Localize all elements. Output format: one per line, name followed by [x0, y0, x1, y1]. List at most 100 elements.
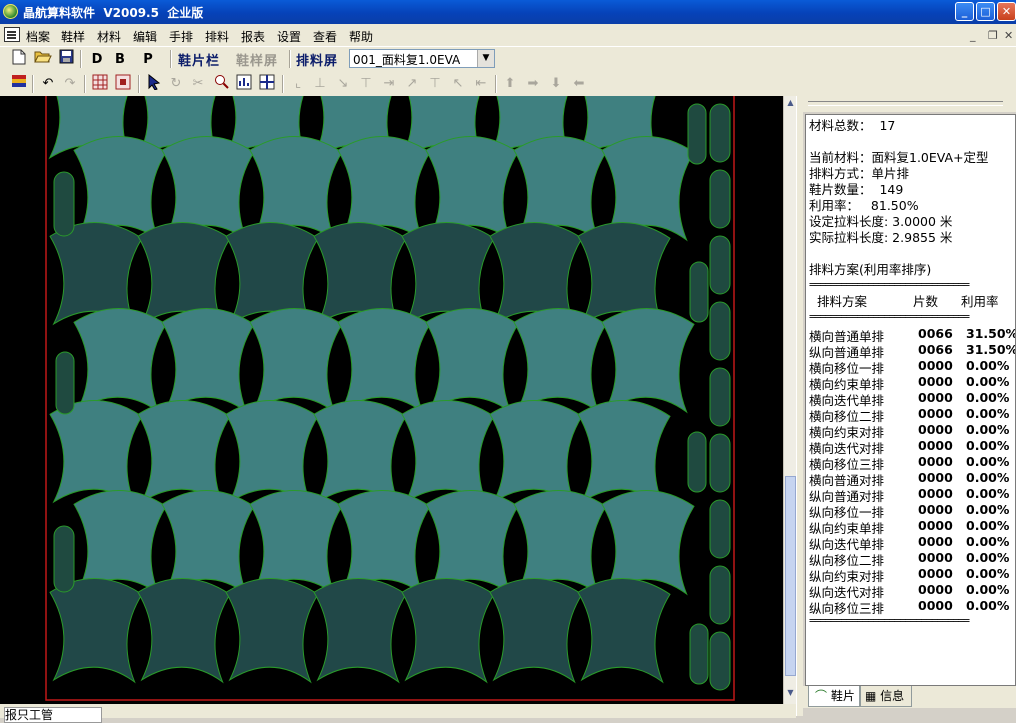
shoe-upper-piece[interactable] — [313, 577, 407, 684]
move-right-icon[interactable]: ➡ — [523, 74, 543, 94]
shoe-upper-piece[interactable] — [489, 577, 583, 684]
shoe-upper-piece[interactable] — [161, 307, 255, 414]
redo-icon[interactable]: ↷ — [60, 74, 80, 94]
b-button[interactable]: B — [109, 49, 131, 70]
insole-piece[interactable] — [689, 261, 709, 323]
layout-canvas[interactable] — [0, 96, 783, 704]
tab-info[interactable]: ▦ 信息 — [860, 686, 912, 707]
insole-piece[interactable] — [53, 171, 75, 237]
color-palette-icon[interactable] — [9, 74, 29, 94]
shoe-upper-piece[interactable] — [425, 307, 519, 414]
d-button[interactable]: D — [86, 49, 108, 70]
material-select[interactable]: 001_面料复1.0EVA ▼ — [349, 49, 495, 68]
shoe-upper-piece[interactable] — [225, 577, 319, 684]
pointer-icon[interactable] — [144, 73, 164, 94]
tab-shoe-pieces[interactable]: ⌒ 鞋片 — [808, 686, 860, 707]
menu-layout[interactable]: 排料 — [205, 28, 229, 45]
move-up-icon[interactable]: ⬆ — [500, 74, 520, 94]
minimize-button[interactable]: _ — [955, 2, 974, 21]
shoe-upper-piece[interactable] — [513, 307, 607, 414]
tab-shoe-pattern-screen[interactable]: 鞋样屏 — [236, 50, 278, 69]
chart-frame-icon[interactable] — [234, 74, 254, 94]
mdi-minimize-button[interactable]: _ — [970, 29, 976, 42]
shoe-upper-piece[interactable] — [137, 577, 231, 684]
insole-piece[interactable] — [55, 351, 75, 415]
menu-view[interactable]: 查看 — [313, 28, 337, 45]
frame-grid-icon[interactable] — [257, 74, 277, 94]
insole-piece[interactable] — [687, 103, 707, 165]
undo-icon[interactable]: ↶ — [38, 74, 58, 94]
insole-piece[interactable] — [687, 431, 707, 493]
scroll-down-icon[interactable]: ▼ — [785, 688, 796, 700]
insole-piece[interactable] — [709, 169, 731, 229]
menu-settings[interactable]: 设置 — [277, 28, 301, 45]
insole-piece[interactable] — [709, 631, 731, 691]
shoe-upper-piece[interactable] — [225, 399, 319, 506]
insole-piece[interactable] — [53, 525, 75, 593]
shoe-upper-piece[interactable] — [489, 399, 583, 506]
save-icon[interactable] — [56, 49, 76, 69]
align-top-icon[interactable]: ⊤ — [356, 74, 376, 94]
shoe-upper-piece[interactable] — [249, 307, 343, 414]
insole-piece[interactable] — [709, 367, 731, 427]
shoe-upper-piece[interactable] — [577, 399, 671, 506]
insole-piece[interactable] — [689, 623, 709, 685]
insole-piece[interactable] — [709, 499, 731, 559]
mdi-restore-button[interactable]: ❐ — [988, 29, 998, 42]
align-left-icon[interactable]: ⇤ — [471, 74, 491, 94]
nesting-drawing[interactable] — [0, 96, 783, 704]
new-file-icon[interactable] — [9, 49, 29, 69]
insole-piece[interactable] — [709, 103, 731, 163]
move-down-icon[interactable]: ⬇ — [546, 74, 566, 94]
menu-edit[interactable]: 编辑 — [133, 28, 157, 45]
panel-splitter[interactable] — [796, 96, 803, 716]
close-button[interactable]: ✕ — [997, 2, 1016, 21]
tab-shoe-piece-bar[interactable]: 鞋片栏 — [178, 50, 220, 69]
tab-layout-screen[interactable]: 排料屏 — [296, 50, 338, 69]
align-corner-icon[interactable]: ⌞ — [288, 74, 308, 94]
align-right-icon[interactable]: ⇥ — [379, 74, 399, 94]
align-bottom-icon[interactable]: ⊥ — [310, 74, 330, 94]
zoom-icon[interactable] — [211, 74, 231, 94]
chevron-down-icon[interactable]: ▼ — [477, 50, 494, 67]
insole-piece[interactable] — [709, 301, 731, 361]
shoe-upper-piece[interactable] — [137, 399, 231, 506]
shoe-upper-piece[interactable] — [401, 399, 495, 506]
document-icon[interactable] — [4, 27, 20, 42]
scroll-up-icon[interactable]: ▲ — [785, 98, 796, 110]
align-diagonal-icon[interactable]: ↘ — [333, 74, 353, 94]
shoe-upper-piece[interactable] — [337, 307, 431, 414]
menu-report[interactable]: 报表 — [241, 28, 265, 45]
menu-shoe-pattern[interactable]: 鞋样 — [61, 28, 85, 45]
shoe-upper-piece[interactable] — [601, 307, 695, 414]
rotate-icon[interactable]: ↻ — [166, 74, 186, 94]
panel-grip[interactable] — [802, 96, 1016, 112]
cut-icon[interactable]: ✂ — [188, 74, 208, 94]
shoe-upper-piece[interactable] — [313, 399, 407, 506]
shoe-upper-piece[interactable] — [401, 577, 495, 684]
p-button[interactable]: P — [137, 49, 159, 70]
maximize-button[interactable]: □ — [976, 2, 995, 21]
shoe-upper-piece[interactable] — [49, 577, 143, 684]
insole-piece[interactable] — [709, 433, 731, 493]
menu-help[interactable]: 帮助 — [349, 28, 373, 45]
menu-manual-layout[interactable]: 手排 — [169, 28, 193, 45]
shoe-upper-piece[interactable] — [577, 577, 671, 684]
move-left-icon[interactable]: ⬅ — [569, 74, 589, 94]
mdi-close-button[interactable]: ✕ — [1004, 29, 1013, 42]
insole-piece[interactable] — [709, 235, 731, 295]
open-folder-icon[interactable] — [33, 49, 53, 69]
align-top-right-icon[interactable]: ↗ — [402, 74, 422, 94]
align-top-left-icon[interactable]: ↖ — [448, 74, 468, 94]
canvas-vertical-scrollbar[interactable]: ▲ ▼ — [783, 96, 797, 704]
grid-fill-icon[interactable] — [113, 74, 133, 94]
grid-select-icon[interactable] — [90, 74, 110, 94]
shoe-upper-piece[interactable] — [49, 399, 143, 506]
menu-file[interactable]: 档案 — [26, 28, 50, 45]
scroll-thumb[interactable] — [785, 476, 796, 676]
shoe-upper-piece[interactable] — [73, 307, 167, 414]
align-top-center-icon[interactable]: ⊤ — [425, 74, 445, 94]
menu-material[interactable]: 材料 — [97, 28, 121, 45]
insole-piece[interactable] — [709, 565, 731, 625]
status-tab[interactable]: 报只工管 — [4, 707, 102, 723]
